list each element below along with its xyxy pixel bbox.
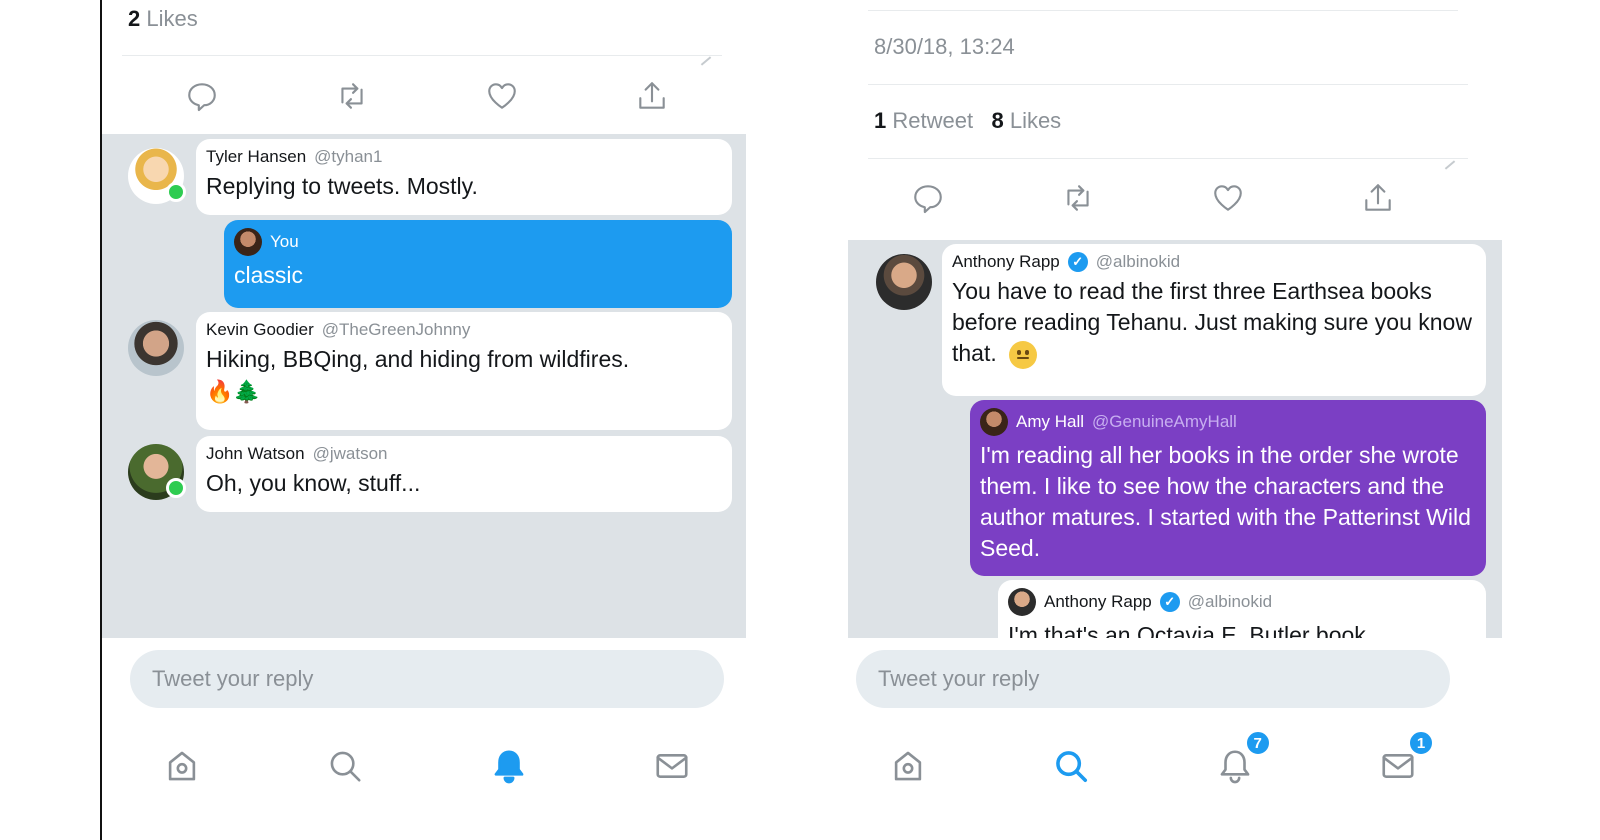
likes-stat[interactable]: 8 Likes — [991, 108, 1061, 133]
like-icon[interactable] — [1208, 178, 1248, 218]
avatar-anthony-rapp[interactable] — [876, 254, 932, 310]
nested-reply-bubble[interactable]: Anthony Rapp ✓ @albinokid I'm that's an … — [998, 580, 1486, 638]
online-indicator — [166, 182, 186, 202]
scroll-mark — [700, 56, 712, 66]
retweet-icon[interactable] — [1058, 178, 1098, 218]
messages-badge: 1 — [1407, 730, 1434, 756]
quoted-reply-bubble[interactable]: Amy Hall @GenuineAmyHall I'm reading all… — [970, 400, 1486, 576]
avatar-john-watson[interactable] — [128, 444, 186, 500]
reply-author-handle[interactable]: @jwatson — [313, 444, 388, 464]
reply-emoji: 🔥🌲 — [206, 379, 261, 404]
reply-author-name[interactable]: Tyler Hansen — [206, 147, 306, 167]
tweet-timestamp: 8/30/18, 13:24 — [874, 34, 1015, 59]
likes-label: Likes — [146, 6, 198, 31]
tweet-actions — [908, 178, 1398, 218]
reply-placeholder: Tweet your reply — [878, 666, 1040, 691]
reply-bubble[interactable]: John Watson @jwatson Oh, you know, stuff… — [196, 436, 732, 512]
reply-bubble[interactable]: Tyler Hansen @tyhan1 Replying to tweets.… — [196, 139, 732, 215]
like-icon[interactable] — [482, 76, 522, 116]
reply-author-handle[interactable]: @tyhan1 — [314, 147, 382, 167]
avatar-kevin-goodier[interactable] — [128, 320, 184, 376]
own-avatar — [234, 228, 262, 256]
retweets-label: Retweet — [892, 108, 974, 133]
reply-text: Oh, you know, stuff... — [206, 470, 421, 496]
notifications-badge: 7 — [1244, 730, 1271, 756]
avatar-tyler-hansen[interactable] — [128, 148, 186, 204]
likes-label: Likes — [1009, 108, 1062, 133]
reply-icon[interactable] — [182, 76, 222, 116]
retweets-stat[interactable]: 1 Retweet — [874, 108, 979, 133]
messages-icon[interactable] — [650, 744, 694, 788]
right-tweet-detail-screen: 8/30/18, 13:24 1 Retweet 8 Likes Anthony… — [848, 0, 1508, 840]
search-icon[interactable] — [323, 744, 367, 788]
reply-author-name: You — [270, 232, 299, 251]
reply-author-name[interactable]: Anthony Rapp — [1044, 592, 1152, 612]
reply-text: Replying to tweets. Mostly. — [206, 173, 478, 199]
retweet-icon[interactable] — [332, 76, 372, 116]
left-tweet-detail-screen: 2 Likes Tyler Hansen @tyhan1 Replying to… — [102, 0, 762, 840]
divider — [122, 55, 722, 56]
reply-text: Hiking, BBQing, and hiding from wildfire… — [206, 346, 630, 372]
retweets-count: 1 — [874, 108, 887, 133]
reply-icon[interactable] — [908, 178, 948, 218]
smiley-emoji-icon — [1009, 340, 1038, 369]
reply-author-handle[interactable]: @GenuineAmyHall — [1092, 412, 1237, 432]
anthony-rapp-mini-avatar[interactable] — [1008, 588, 1036, 616]
reply-author-name[interactable]: Anthony Rapp — [952, 252, 1060, 272]
divider — [868, 10, 1458, 11]
divider — [868, 158, 1468, 159]
online-indicator — [166, 478, 186, 498]
reply-author-handle[interactable]: @albinokid — [1188, 592, 1272, 612]
share-icon[interactable] — [632, 76, 672, 116]
likes-count: 8 — [991, 108, 1004, 133]
reply-author-handle[interactable]: @albinokid — [1096, 252, 1180, 272]
reply-author-handle[interactable]: @TheGreenJohnny — [322, 320, 471, 340]
amy-hall-avatar[interactable] — [980, 408, 1008, 436]
home-icon[interactable] — [160, 744, 204, 788]
notifications-icon[interactable]: 7 — [1213, 730, 1271, 788]
reply-placeholder: Tweet your reply — [152, 666, 314, 691]
tweet-actions — [182, 76, 672, 116]
thread-viewport: Anthony Rapp ✓ @albinokid You have to re… — [848, 240, 1502, 638]
likes-count: 2 — [128, 6, 141, 31]
reply-bubble[interactable]: Anthony Rapp ✓ @albinokid You have to re… — [942, 244, 1486, 396]
reply-text: classic — [234, 262, 304, 288]
reply-author-name[interactable]: Amy Hall — [1016, 412, 1084, 432]
bottom-tab-bar: 7 1 — [886, 730, 1434, 788]
search-icon[interactable] — [1049, 744, 1093, 788]
engagement-stats: 1 Retweet 8 Likes — [874, 108, 1061, 134]
reply-text: I'm reading all her books in the order s… — [980, 442, 1471, 561]
tweet-reply-input[interactable]: Tweet your reply — [856, 650, 1450, 708]
bottom-tab-bar — [160, 744, 694, 788]
reply-text: I'm that's an Octavia E. Butler book — [1008, 622, 1366, 638]
reply-bubble[interactable]: Kevin Goodier @TheGreenJohnny Hiking, BB… — [196, 312, 732, 430]
verified-badge-icon: ✓ — [1159, 592, 1180, 612]
messages-icon[interactable]: 1 — [1376, 730, 1434, 788]
scroll-mark — [1444, 160, 1456, 170]
reply-author-name[interactable]: John Watson — [206, 444, 305, 464]
divider — [868, 84, 1468, 85]
own-reply-bubble[interactable]: You classic — [224, 220, 732, 308]
share-icon[interactable] — [1358, 178, 1398, 218]
reply-author-name[interactable]: Kevin Goodier — [206, 320, 314, 340]
tweet-reply-input[interactable]: Tweet your reply — [130, 650, 724, 708]
likes-stat[interactable]: 2 Likes — [128, 6, 198, 32]
home-icon[interactable] — [886, 744, 930, 788]
verified-badge-icon: ✓ — [1067, 252, 1088, 272]
notifications-icon[interactable] — [487, 744, 531, 788]
